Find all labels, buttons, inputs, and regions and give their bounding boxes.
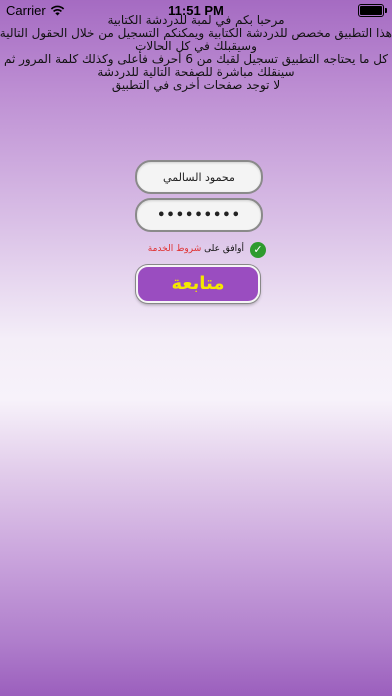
- password-input[interactable]: [137, 200, 261, 230]
- username-field[interactable]: [135, 160, 263, 194]
- checkmark-icon[interactable]: ✓: [250, 242, 266, 258]
- password-field[interactable]: [135, 198, 263, 232]
- terms-label: أوافق على شروط الخدمة: [148, 244, 244, 254]
- intro-line: لا توجد صفحات أخرى في التطبيق: [111, 78, 281, 92]
- intro-text: مرحبا بكم في لمبة للدردشة الكتابية هذا ا…: [0, 14, 392, 92]
- terms-row: ✓ أوافق على شروط الخدمة: [148, 242, 270, 260]
- username-input[interactable]: [137, 162, 261, 192]
- terms-of-service-link[interactable]: شروط الخدمة: [148, 244, 201, 254]
- terms-prefix: أوافق على: [201, 244, 244, 254]
- continue-button[interactable]: متابعة: [136, 265, 260, 303]
